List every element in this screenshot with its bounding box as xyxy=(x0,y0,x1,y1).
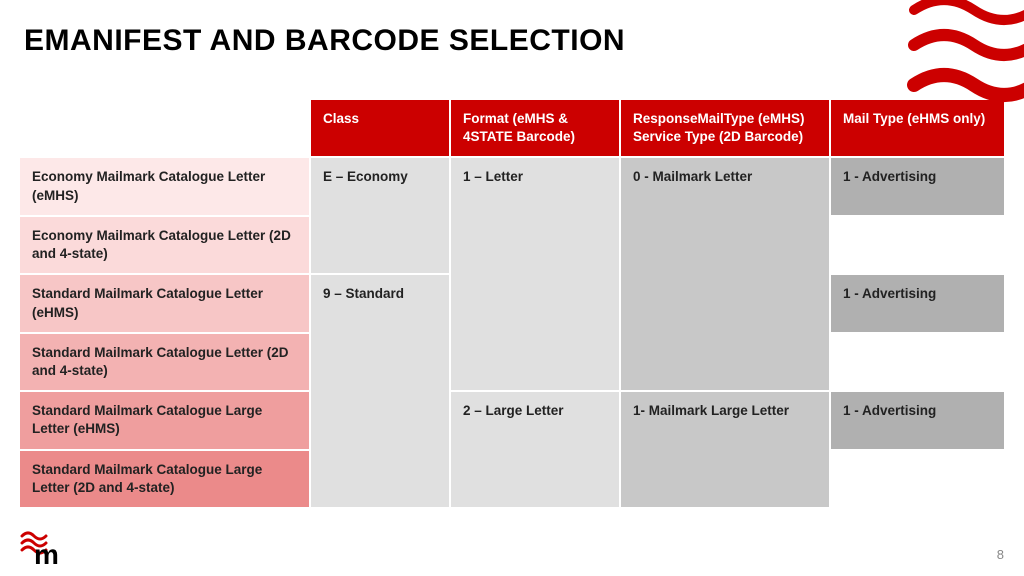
row-label: Standard Mailmark Catalogue Letter (2D a… xyxy=(20,333,310,391)
cell-class-economy: E – Economy xyxy=(310,157,450,274)
row-label: Standard Mailmark Catalogue Large Letter… xyxy=(20,391,310,449)
cell-empty xyxy=(830,333,1004,391)
header-row: Class Format (eMHS & 4STATE Barcode) Res… xyxy=(20,100,1004,157)
cell-mail-adv: 1 - Advertising xyxy=(830,157,1004,215)
header-response: ResponseMailType (eMHS) Service Type (2D… xyxy=(620,100,830,157)
cell-format-letter: 1 – Letter xyxy=(450,157,620,391)
header-class: Class xyxy=(310,100,450,157)
row-label: Standard Mailmark Catalogue Large Letter… xyxy=(20,450,310,507)
header-blank xyxy=(20,100,310,157)
table-row: Economy Mailmark Catalogue Letter (eMHS)… xyxy=(20,157,1004,215)
header-mailtype: Mail Type (eHMS only) xyxy=(830,100,1004,157)
cell-response-large: 1- Mailmark Large Letter xyxy=(620,391,830,507)
page-title: EMANIFEST AND BARCODE SELECTION xyxy=(0,0,1024,58)
logo-icon: m xyxy=(20,530,70,566)
cell-response-letter: 0 - Mailmark Letter xyxy=(620,157,830,391)
page-number: 8 xyxy=(997,547,1004,562)
selection-table: Class Format (eMHS & 4STATE Barcode) Res… xyxy=(20,100,1004,507)
cell-empty xyxy=(830,216,1004,274)
header-format: Format (eMHS & 4STATE Barcode) xyxy=(450,100,620,157)
cell-mail-adv: 1 - Advertising xyxy=(830,274,1004,332)
cell-mail-adv: 1 - Advertising xyxy=(830,391,1004,449)
table-row: Standard Mailmark Catalogue Large Letter… xyxy=(20,391,1004,449)
row-label: Standard Mailmark Catalogue Letter (eHMS… xyxy=(20,274,310,332)
cell-class-standard: 9 – Standard xyxy=(310,274,450,507)
row-label: Economy Mailmark Catalogue Letter (eMHS) xyxy=(20,157,310,215)
row-label: Economy Mailmark Catalogue Letter (2D an… xyxy=(20,216,310,274)
svg-text:m: m xyxy=(34,539,59,566)
cell-format-large: 2 – Large Letter xyxy=(450,391,620,507)
cell-empty xyxy=(830,450,1004,507)
